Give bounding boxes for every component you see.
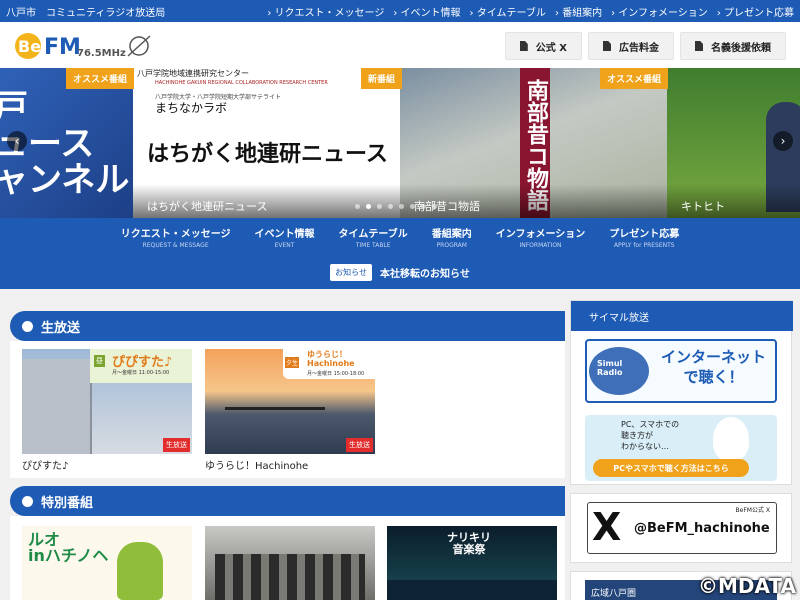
- toplink-request[interactable]: リクエスト・メッセージ: [267, 4, 385, 19]
- special-card-2[interactable]: [205, 526, 375, 600]
- program-label: ゆうらじ！Hachinohe: [205, 461, 309, 472]
- live-panel: 昼 ぴぴすた♪ 月〜金曜日 11:00-15:00 生放送 ぴぴすた♪ 夕生 ゆ…: [10, 341, 565, 478]
- section-header-live: 生放送: [10, 311, 565, 341]
- section-title: 生放送: [41, 320, 81, 336]
- sidebar: サイマル放送 Simul Radio インターネット で聴く！ PC、スマホでの…: [570, 300, 793, 600]
- svg-text:Be: Be: [18, 37, 41, 56]
- special-card-3[interactable]: ナリキリ 音楽祭: [387, 526, 557, 600]
- how-to-listen-banner[interactable]: PC、スマホでの 聴き方が わからない… PCやスマホで聴く方法はこちら: [585, 415, 777, 481]
- new-program-tag: 新番組: [361, 68, 403, 89]
- simul-box: サイマル放送 Simul Radio インターネット で聴く！ PC、スマホでの…: [570, 300, 793, 485]
- sidebar-title: サイマル放送: [571, 301, 793, 331]
- slide-hachigaku-news[interactable]: 八戸学院地域連携研究センター HACHINOHE GAKUIN REGIONAL…: [133, 68, 400, 218]
- program-label: ぴぴすた♪: [22, 461, 69, 472]
- sponsorship-request-button[interactable]: 名義後援依頼: [680, 32, 786, 60]
- mascot-icon: [713, 417, 749, 461]
- how-to-listen-button[interactable]: PCやスマホで聴く方法はこちら: [593, 459, 749, 477]
- slider-dot[interactable]: [366, 204, 371, 209]
- official-x-button[interactable]: 公式 X: [504, 32, 582, 60]
- svg-text:FM: FM: [44, 35, 81, 60]
- program-thumbnail: 昼 ぴぴすた♪ 月〜金曜日 11:00-15:00 生放送: [22, 349, 192, 454]
- notice-link[interactable]: 本社移転のお知らせ: [380, 265, 470, 280]
- slide-caption: キトヒト: [667, 184, 800, 218]
- toplink-present[interactable]: プレゼント応募: [717, 4, 794, 19]
- notice-badge: お知らせ: [330, 263, 373, 281]
- site-header: Be FM 76.5MHz 公式 X 広告料金 名義後援依頼: [0, 22, 800, 68]
- slide-org: 八戸学院地域連携研究センター: [137, 69, 249, 78]
- top-bar: 八戸市 コミュニティラジオ放送局 リクエスト・メッセージ イベント情報 タイムテ…: [0, 0, 800, 22]
- svg-text:76.5MHz: 76.5MHz: [77, 48, 126, 59]
- bullet-icon: [22, 320, 33, 332]
- slide-caption: はちがく地連研ニュース: [133, 184, 400, 218]
- document-icon: [603, 41, 611, 51]
- nav-information[interactable]: インフォメーション INFORMATION: [496, 225, 586, 255]
- top-links: リクエスト・メッセージ イベント情報 タイムテーブル 番組案内 インフォメーショ…: [267, 4, 794, 19]
- slide-nanbu-mukashi[interactable]: 南部昔コ物語 南部昔コ物語: [400, 68, 667, 218]
- hero-slider: 戸 ュース ャンネル 八戸学院地域連携研究センター HACHINOHE GAKU…: [0, 68, 800, 218]
- program-card-yurajio[interactable]: 夕生 ゆうらじ！ Hachinohe 月〜金曜日 15:00-18:00 生放送…: [205, 349, 375, 472]
- notice-bar: お知らせ 本社移転のお知らせ: [0, 255, 800, 289]
- ad-rates-button[interactable]: 広告料金: [588, 32, 674, 60]
- station-tagline: 八戸市 コミュニティラジオ放送局: [6, 7, 166, 19]
- nav-event[interactable]: イベント情報 EVENT: [255, 225, 315, 255]
- slider-dot[interactable]: [399, 204, 404, 209]
- slide-caption: 南部昔コ物語: [400, 184, 667, 218]
- special-thumbnail: ナリキリ 音楽祭: [387, 526, 557, 600]
- toplink-timetable[interactable]: タイムテーブル: [470, 4, 546, 19]
- special-thumbnail: ルオ inハチノヘ: [22, 526, 192, 600]
- x-logo-icon: X: [592, 505, 622, 549]
- slider-next-icon[interactable]: ›: [773, 131, 793, 151]
- program-card-pipisuta[interactable]: 昼 ぴぴすた♪ 月〜金曜日 11:00-15:00 生放送 ぴぴすた♪: [22, 349, 192, 472]
- nav-request[interactable]: リクエスト・メッセージ REQUEST & MESSAGE: [121, 225, 231, 255]
- live-badge: 生放送: [346, 438, 373, 452]
- program-thumbnail: 夕生 ゆうらじ！ Hachinohe 月〜金曜日 15:00-18:00 生放送: [205, 349, 375, 454]
- slide-org-en: HACHINOHE GAKUIN REGIONAL COLLABORATION …: [155, 80, 328, 86]
- slider-dot[interactable]: [421, 204, 426, 209]
- slider-dots: [355, 204, 437, 209]
- special-thumbnail: [205, 526, 375, 600]
- document-icon: [519, 41, 528, 51]
- nav-present[interactable]: プレゼント応募 APPLY for PRESENTS: [609, 225, 679, 255]
- slider-prev-icon[interactable]: ‹: [7, 131, 27, 151]
- nav-timetable[interactable]: タイムテーブル TIME TABLE: [339, 225, 408, 255]
- nav-program[interactable]: 番組案内 PROGRAM: [432, 225, 472, 255]
- toplink-event[interactable]: イベント情報: [393, 4, 461, 19]
- slide-program-name: まちなかラボ: [155, 101, 228, 115]
- slider-dot[interactable]: [410, 204, 415, 209]
- bullet-icon: [22, 495, 33, 507]
- toplink-program[interactable]: 番組案内: [555, 4, 602, 19]
- main-nav: リクエスト・メッセージ REQUEST & MESSAGE イベント情報 EVENT…: [0, 218, 800, 255]
- befm-logo[interactable]: Be FM 76.5MHz: [14, 28, 154, 64]
- x-follow-banner[interactable]: BeFM公式 X X @BeFM_hachinohe: [587, 502, 777, 554]
- live-badge: 生放送: [163, 438, 190, 452]
- section-header-special: 特別番組: [10, 486, 565, 516]
- special-panel: ルオ inハチノヘ ナリキリ 音楽祭: [10, 516, 565, 600]
- recommend-tag: オススメ番組: [600, 68, 669, 89]
- slide-headline: はちがく地連研ニュース: [147, 142, 388, 167]
- toplink-information[interactable]: インフォメーション: [611, 4, 708, 19]
- slider-dot[interactable]: [355, 204, 360, 209]
- x-box: BeFM公式 X X @BeFM_hachinohe: [570, 493, 792, 563]
- recommend-tag: オススメ番組: [66, 68, 135, 89]
- slider-dot[interactable]: [388, 204, 393, 209]
- special-card-1[interactable]: ルオ inハチノヘ: [22, 526, 192, 600]
- simulradio-banner[interactable]: Simul Radio インターネット で聴く！: [585, 339, 777, 403]
- slider-dot[interactable]: [432, 204, 437, 209]
- slider-dot[interactable]: [377, 204, 382, 209]
- document-icon: [695, 41, 703, 51]
- copyright-watermark: ©MDATA: [698, 574, 796, 598]
- section-title: 特別番組: [41, 495, 94, 511]
